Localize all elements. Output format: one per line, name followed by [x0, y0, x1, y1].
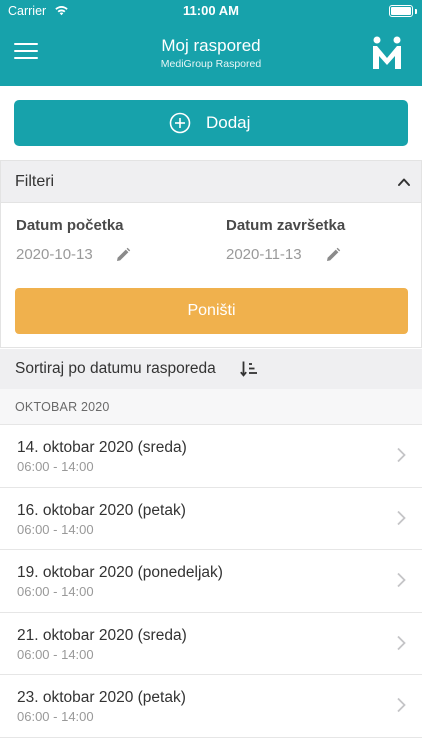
clock: 11:00 AM: [183, 3, 239, 18]
add-button[interactable]: Dodaj: [14, 100, 408, 146]
schedule-hours: 06:00 - 14:00: [17, 584, 94, 599]
list-item[interactable]: 23. oktobar 2020 (petak) 06:00 - 14:00: [0, 675, 422, 738]
sort-label: Sortiraj po datumu rasporeda: [15, 360, 216, 377]
schedule-date: 19. oktobar 2020 (ponedeljak): [17, 564, 223, 581]
chevron-right-icon: [397, 697, 406, 713]
start-date-value: 2020-10-13: [16, 246, 93, 263]
reset-button[interactable]: Poništi: [15, 288, 408, 334]
list-item[interactable]: 19. oktobar 2020 (ponedeljak) 06:00 - 14…: [0, 550, 422, 613]
page-title: Moj raspored: [161, 36, 261, 55]
end-date-label: Datum završetka: [226, 217, 346, 234]
month-section-header: OKTOBAR 2020: [0, 389, 422, 425]
filter-panel: Filteri Datum početka 2020-10-13 Datum z…: [0, 160, 422, 348]
list-item[interactable]: 14. oktobar 2020 (sreda) 06:00 - 14:00: [0, 425, 422, 488]
nav-bar: Moj raspored MediGroup Raspored: [0, 22, 422, 86]
chevron-right-icon: [397, 635, 406, 650]
end-date-field[interactable]: Datum završetka 2020-11-13: [226, 217, 416, 263]
start-date-field[interactable]: Datum početka 2020-10-13: [16, 217, 206, 263]
pencil-icon[interactable]: [325, 247, 341, 263]
filter-panel-header[interactable]: Filteri: [1, 161, 421, 203]
list-item[interactable]: 21. oktobar 2020 (sreda) 06:00 - 14:00: [0, 612, 422, 675]
pencil-icon[interactable]: [115, 247, 131, 263]
end-date-value: 2020-11-13: [226, 246, 302, 263]
chevron-up-icon: [398, 178, 410, 186]
schedule-date: 14. oktobar 2020 (sreda): [17, 439, 187, 456]
battery-icon: [389, 5, 413, 17]
chevron-right-icon: [397, 572, 406, 588]
sort-bar[interactable]: Sortiraj po datumu rasporeda: [0, 349, 422, 389]
sort-ascending-icon: [240, 361, 257, 377]
month-label: OKTOBAR 2020: [15, 400, 110, 414]
schedule-hours: 06:00 - 14:00: [17, 709, 94, 724]
schedule-date: 21. oktobar 2020 (sreda): [17, 626, 187, 644]
add-button-label: Dodaj: [206, 113, 251, 132]
start-date-label: Datum početka: [16, 217, 124, 234]
chevron-right-icon: [397, 510, 406, 525]
schedule-hours: 06:00 - 14:00: [17, 521, 94, 537]
schedule-date: 16. oktobar 2020 (petak): [17, 501, 186, 519]
chevron-right-icon: [397, 447, 406, 463]
schedule-hours: 06:00 - 14:00: [17, 459, 94, 474]
medigroup-logo-icon: [373, 36, 401, 69]
filter-title: Filteri: [15, 173, 55, 190]
list-item[interactable]: 16. oktobar 2020 (petak) 06:00 - 14:00: [0, 487, 422, 550]
plus-circle-icon: [169, 112, 191, 134]
page-subtitle: MediGroup Raspored: [160, 58, 262, 70]
schedule-hours: 06:00 - 14:00: [17, 646, 94, 662]
status-bar: Carrier 11:00 AM: [0, 0, 422, 22]
schedule-list: 14. oktobar 2020 (sreda) 06:00 - 14:00 1…: [0, 425, 422, 738]
schedule-date: 23. oktobar 2020 (petak): [17, 689, 186, 706]
